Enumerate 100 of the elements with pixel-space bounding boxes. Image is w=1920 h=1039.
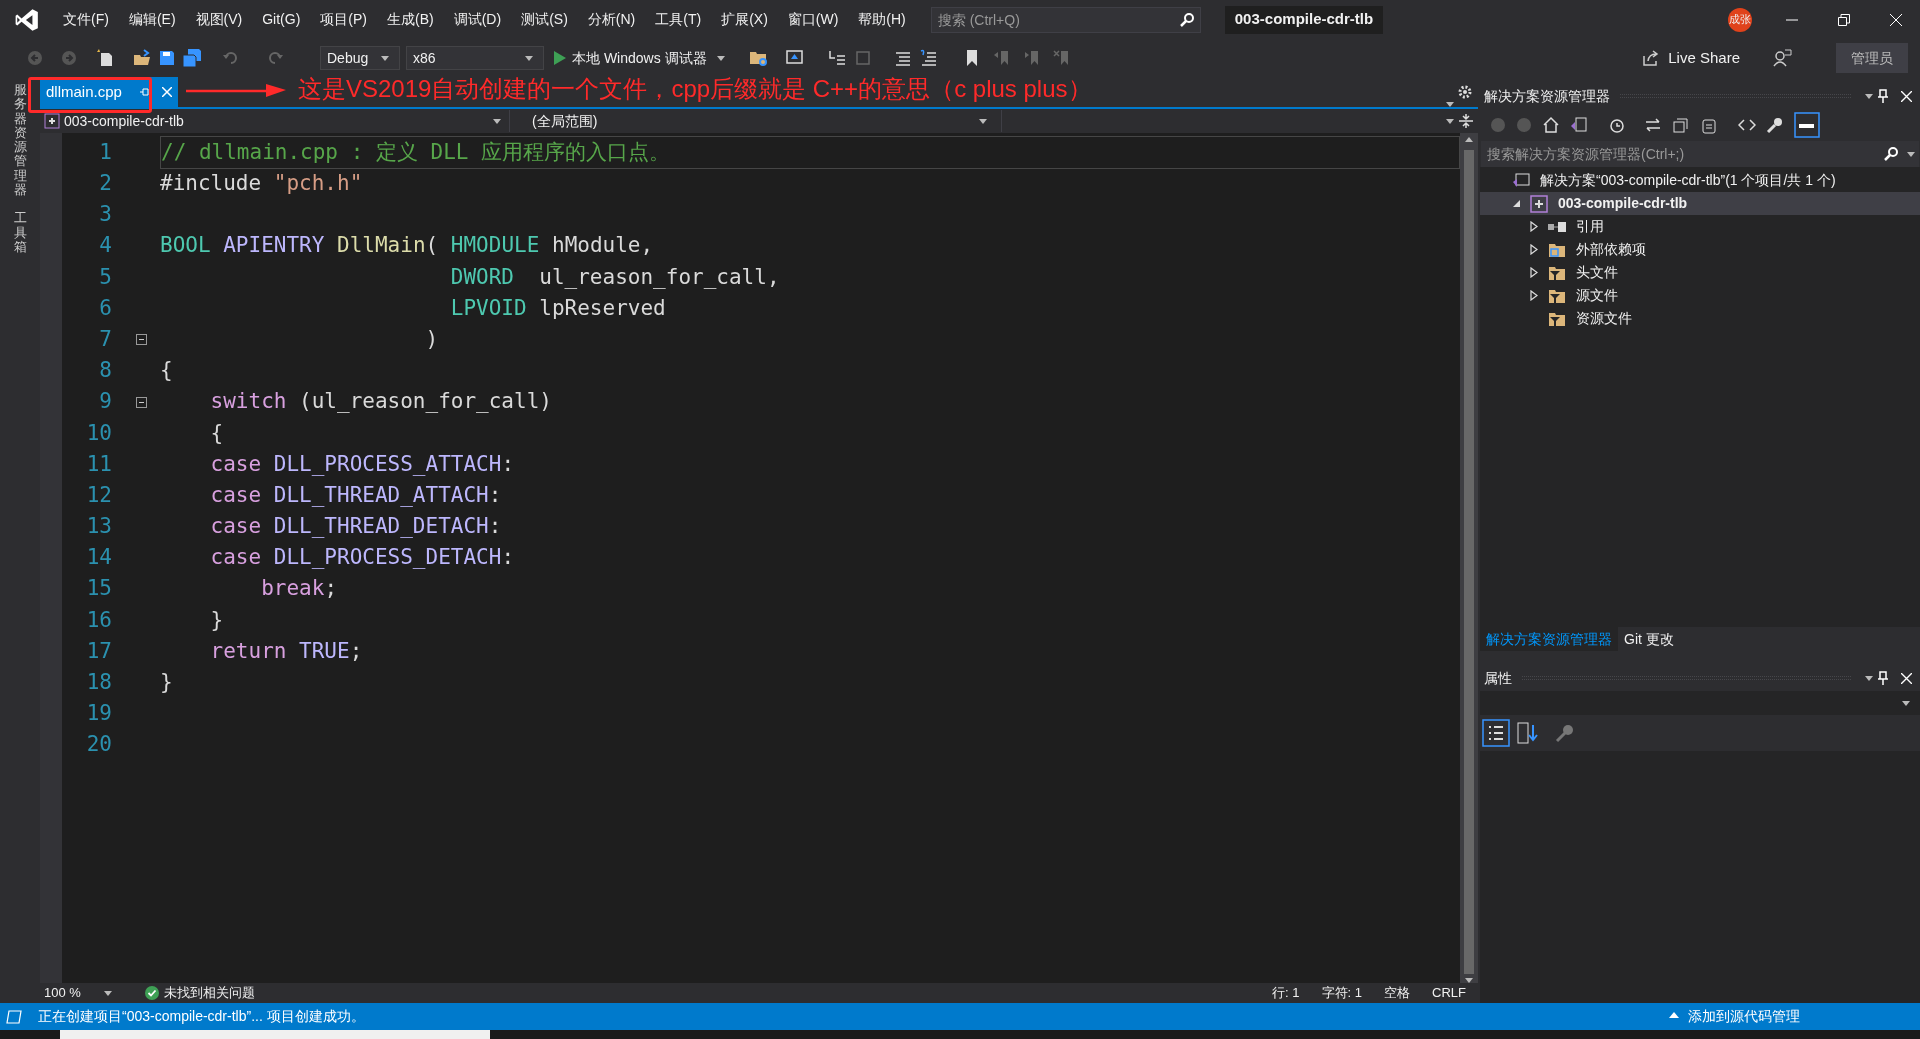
solution-view-icon[interactable] xyxy=(1570,116,1588,134)
history-icon[interactable] xyxy=(1608,116,1626,134)
indent-icon[interactable] xyxy=(826,48,847,68)
redo-icon[interactable] xyxy=(266,49,284,67)
sync-icon[interactable] xyxy=(1644,116,1662,134)
line-number: 16 xyxy=(85,606,112,634)
scrollbar[interactable] xyxy=(1460,133,1478,983)
caret-icon[interactable] xyxy=(1907,152,1915,157)
search-field[interactable]: 搜索解决方案资源管理器(Ctrl+;) xyxy=(1481,141,1919,167)
live-share-button[interactable]: Live Share xyxy=(1642,46,1740,70)
pin-icon[interactable] xyxy=(1877,89,1889,103)
tree-item[interactable]: 引用 xyxy=(1480,215,1920,238)
expanded-icon[interactable] xyxy=(1512,199,1521,208)
caret-icon xyxy=(525,55,533,61)
property-pages-icon[interactable] xyxy=(1554,722,1576,744)
collapsed-icon[interactable] xyxy=(1530,290,1538,301)
menu-item[interactable]: 窗口(W) xyxy=(778,7,848,32)
source-control-button[interactable]: 添加到源代码管理 xyxy=(1688,1006,1800,1027)
configuration-dropdown[interactable]: Debug xyxy=(320,46,400,70)
tree-item[interactable]: 003-compile-cdr-tlb xyxy=(1480,192,1920,215)
collapse-icon[interactable] xyxy=(135,334,147,346)
menu-item[interactable]: 视图(V) xyxy=(186,7,252,32)
close-icon[interactable] xyxy=(1890,13,1902,26)
categorized-icon[interactable] xyxy=(1482,719,1510,747)
restore-icon[interactable] xyxy=(1838,13,1850,26)
menu-item[interactable]: 扩展(X) xyxy=(712,7,777,32)
close-icon[interactable] xyxy=(1901,90,1912,102)
open-folder-icon[interactable] xyxy=(132,48,152,68)
app-logo-icon[interactable] xyxy=(14,6,40,33)
collapsed-icon[interactable] xyxy=(1530,244,1538,255)
tree-item[interactable]: 外部依赖项 xyxy=(1480,238,1920,261)
bookmark-previous-icon[interactable] xyxy=(992,49,1011,67)
uncomment-icon[interactable] xyxy=(918,48,939,68)
pin-icon[interactable] xyxy=(1877,671,1889,685)
tree-item[interactable]: 资源文件 xyxy=(1480,307,1920,330)
line-number: 13 xyxy=(85,513,112,541)
line-number: 3 xyxy=(98,201,112,229)
alphabetical-icon[interactable] xyxy=(1516,721,1540,745)
wrench-icon[interactable] xyxy=(1766,116,1784,134)
undo-icon[interactable] xyxy=(222,49,240,67)
tree-item[interactable]: 源文件 xyxy=(1480,284,1920,307)
copy-files-icon[interactable] xyxy=(1700,116,1718,134)
user-avatar[interactable]: 成张 xyxy=(1728,7,1752,32)
save-icon[interactable] xyxy=(158,49,176,67)
code-line: BOOL APIENTRY DllMain( HMODULE hModule, xyxy=(160,232,654,260)
zoom-dropdown[interactable]: 100 % xyxy=(40,983,120,1003)
caret-icon[interactable] xyxy=(1446,118,1454,124)
bookmark-clear-icon[interactable] xyxy=(1052,49,1071,67)
home-icon[interactable] xyxy=(1542,116,1560,134)
menu-item[interactable]: 文件(F) xyxy=(54,7,118,32)
check-icon xyxy=(144,985,160,1001)
bookmark-next-icon[interactable] xyxy=(1022,49,1041,67)
menu-item[interactable]: Git(G) xyxy=(253,7,310,32)
menu-item[interactable]: 测试(S) xyxy=(512,7,577,32)
line-number: 8 xyxy=(98,357,112,385)
panel-tab[interactable]: 解决方案资源管理器 xyxy=(1480,627,1618,651)
solution-icon xyxy=(1512,172,1530,189)
menu-item[interactable]: 分析(N) xyxy=(578,7,645,32)
notification-icon xyxy=(6,1009,22,1024)
menu-item[interactable]: 生成(B) xyxy=(378,7,443,32)
menu-item[interactable]: 帮助(H) xyxy=(849,7,915,32)
feedback-person-icon[interactable] xyxy=(1772,48,1792,68)
issues-status[interactable]: 未找到相关问题 xyxy=(164,983,255,1003)
menu-item[interactable]: 编辑(E) xyxy=(119,7,185,32)
caret-icon[interactable] xyxy=(1865,93,1873,99)
line-number: 2 xyxy=(98,170,112,198)
tree-item[interactable]: 头文件 xyxy=(1480,261,1920,284)
preview-toggle-icon[interactable] xyxy=(1794,112,1820,138)
side-tab[interactable]: 工具箱 xyxy=(13,211,27,255)
line-number: 14 xyxy=(85,544,112,572)
close-icon[interactable] xyxy=(1901,672,1912,684)
line-number: 18 xyxy=(85,669,112,697)
panel-title: 属性 xyxy=(1484,668,1512,688)
collapse-icon[interactable] xyxy=(135,396,147,408)
admin-button[interactable]: 管理员 xyxy=(1836,43,1908,73)
scope-dropdown[interactable]: (全局范围) xyxy=(522,110,1002,132)
panel-title: 解决方案资源管理器 xyxy=(1484,86,1610,106)
menu-item[interactable]: 项目(P) xyxy=(311,7,376,32)
panel-tab[interactable]: Git 更改 xyxy=(1618,627,1680,651)
code-line: switch (ul_reason_for_call) xyxy=(209,388,552,416)
project-dropdown[interactable]: 003-compile-cdr-tlb xyxy=(40,110,510,132)
caret-icon xyxy=(716,55,725,61)
split-icon[interactable] xyxy=(1458,113,1474,129)
collapsed-icon[interactable] xyxy=(1530,221,1538,232)
search-field[interactable]: 搜索 (Ctrl+Q) xyxy=(930,6,1201,33)
platform-dropdown[interactable]: x86 xyxy=(406,46,544,70)
collapsed-icon[interactable] xyxy=(1530,267,1538,278)
caret-icon[interactable] xyxy=(1865,675,1873,681)
scroll-up-icon[interactable] xyxy=(1465,137,1473,142)
settings-icon[interactable] xyxy=(1458,85,1472,99)
side-tab[interactable]: 服务器资源管理器 xyxy=(13,83,27,198)
line-number: 12 xyxy=(85,481,112,509)
menu-item[interactable]: 工具(T) xyxy=(646,7,711,32)
run-debugger-button[interactable]: 本地 Windows 调试器 xyxy=(550,45,733,71)
save-all-icon[interactable] xyxy=(182,48,202,68)
caret-icon xyxy=(104,990,112,996)
tree-item[interactable]: 解决方案“003-compile-cdr-tlb”(1 个项目/共 1 个) xyxy=(1480,169,1920,192)
line-number: 6 xyxy=(98,294,112,322)
status-message: 正在创建项目“003-compile-cdr-tlb”... 项目创建成功。 xyxy=(38,1007,365,1026)
menu-item[interactable]: 调试(D) xyxy=(444,7,511,32)
